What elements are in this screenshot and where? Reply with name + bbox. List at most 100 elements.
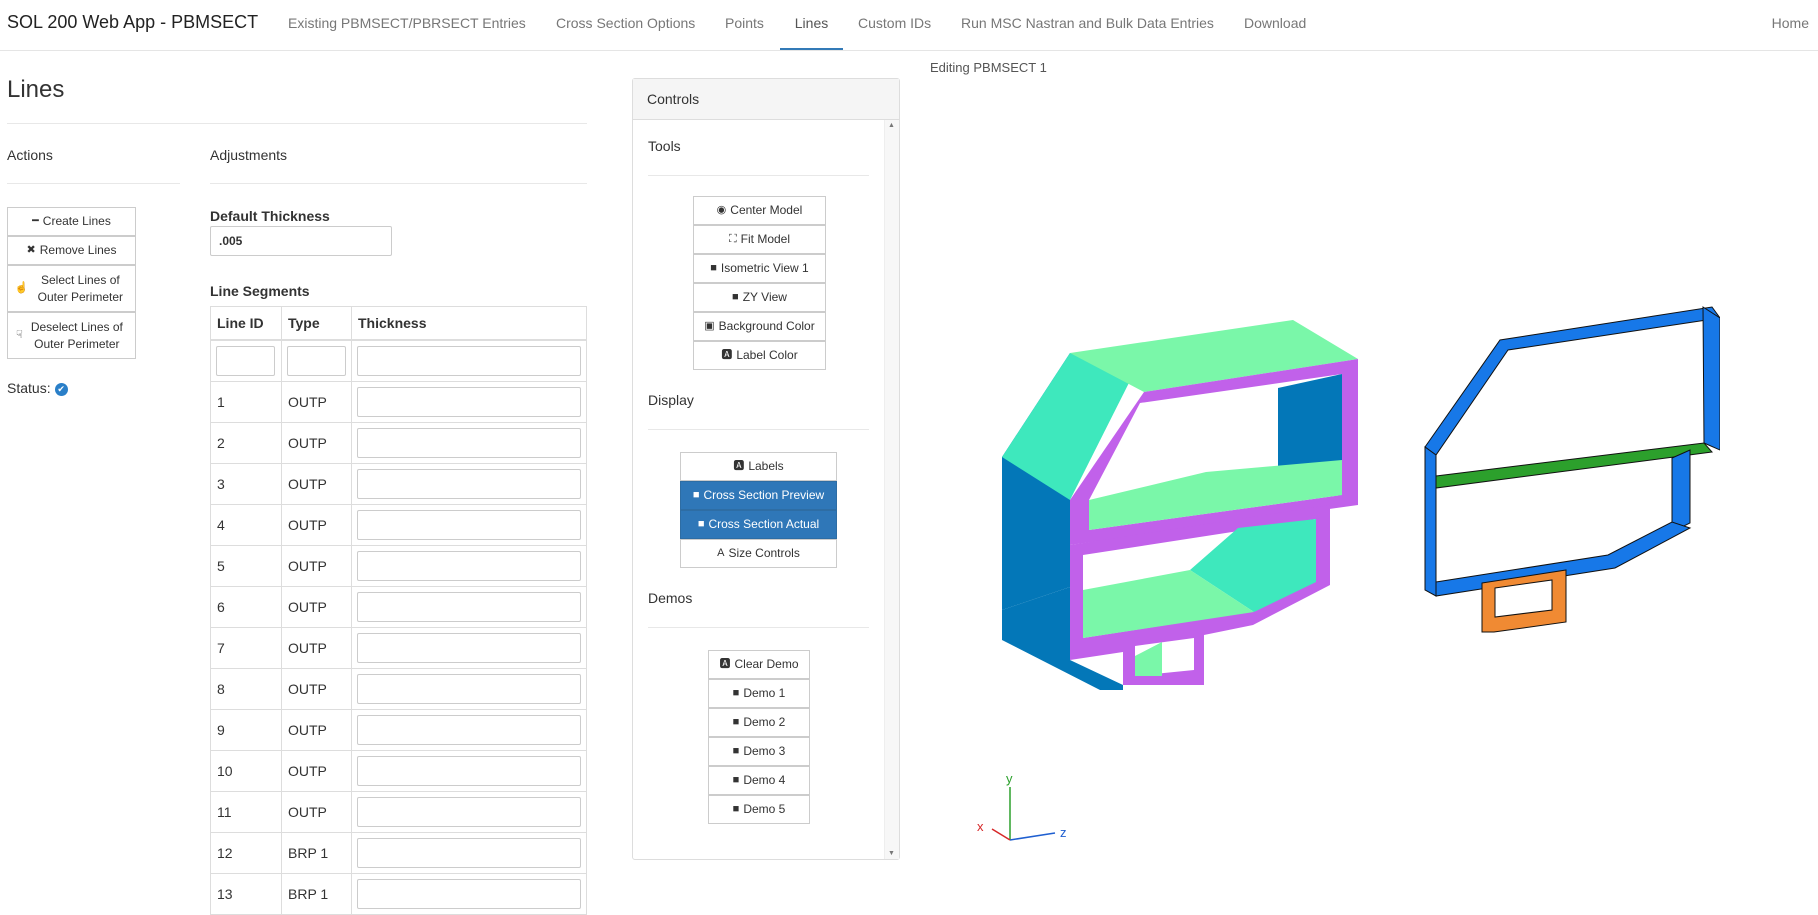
thickness-input[interactable] [357, 674, 581, 704]
table-row[interactable]: 9 OUTP [210, 709, 587, 751]
actions-divider [7, 183, 180, 184]
minus-icon: ━ [32, 215, 39, 227]
cross-section-preview-toggle[interactable]: ■ Cross Section Preview [680, 481, 837, 510]
line-id-cell: 12 [210, 832, 282, 874]
table-row[interactable]: 2 OUTP [210, 422, 587, 464]
nav-lines[interactable]: Lines [780, 0, 843, 50]
wireframe-cross-section [1424, 306, 1720, 633]
x-axis-label: x [977, 819, 984, 834]
thickness-input[interactable] [357, 838, 581, 868]
table-row[interactable]: 11 OUTP [210, 791, 587, 833]
app-brand[interactable]: SOL 200 Web App - PBMSECT [7, 12, 258, 33]
stop-icon: ■ [710, 262, 717, 274]
nav-run-msc-nastran[interactable]: Run MSC Nastran and Bulk Data Entries [961, 0, 1214, 50]
size-controls-button[interactable]: A Size Controls [680, 539, 837, 568]
demo-2-button[interactable]: ■ Demo 2 [708, 708, 810, 737]
center-model-button[interactable]: ◉ Center Model [693, 196, 826, 225]
create-lines-button[interactable]: ━ Create Lines [7, 207, 136, 236]
nav-existing-entries[interactable]: Existing PBMSECT/PBRSECT Entries [288, 0, 526, 50]
demo-3-button[interactable]: ■ Demo 3 [708, 737, 810, 766]
default-thickness-label: Default Thickness [210, 208, 330, 224]
hand-pointer-icon: ☝ [14, 282, 29, 294]
table-row[interactable]: 4 OUTP [210, 504, 587, 546]
labels-toggle-button[interactable]: 🅰 Labels [680, 452, 837, 481]
table-row[interactable]: 1 OUTP [210, 381, 587, 423]
deselect-outer-perimeter-button[interactable]: ☟ Deselect Lines of Outer Perimeter [7, 312, 136, 359]
nav-home[interactable]: Home [1772, 0, 1809, 46]
select-outer-perimeter-button[interactable]: ☝ Select Lines of Outer Perimeter [7, 265, 136, 312]
table-row[interactable]: 8 OUTP [210, 668, 587, 710]
thickness-input[interactable] [357, 428, 581, 458]
isometric-view-button[interactable]: ■ Isometric View 1 [693, 254, 826, 283]
type-cell: OUTP [281, 709, 352, 751]
nav-download[interactable]: Download [1244, 0, 1306, 50]
thickness-input[interactable] [357, 879, 581, 909]
column-header-thickness[interactable]: Thickness [351, 306, 587, 341]
line-id-cell: 7 [210, 627, 282, 669]
background-color-button[interactable]: ▣ Background Color [693, 312, 826, 341]
display-divider [648, 429, 869, 430]
clear-demo-button[interactable]: 🅰 Clear Demo [708, 650, 810, 679]
thickness-filter-input[interactable] [357, 346, 581, 376]
scroll-up-arrow-icon[interactable]: ▲ [888, 122, 895, 129]
type-cell: OUTP [281, 504, 352, 546]
nav-cross-section-options[interactable]: Cross Section Options [556, 0, 695, 50]
table-row[interactable]: 3 OUTP [210, 463, 587, 505]
cross-section-actual-toggle[interactable]: ■ Cross Section Actual [680, 510, 837, 539]
column-header-line-id[interactable]: Line ID [210, 306, 282, 341]
stop-icon: ■ [732, 291, 739, 303]
type-cell: OUTP [281, 463, 352, 505]
type-filter-input[interactable] [287, 346, 346, 376]
line-id-cell: 10 [210, 750, 282, 792]
thickness-input[interactable] [357, 715, 581, 745]
label-color-button[interactable]: 🅰 Label Color [693, 341, 826, 370]
default-thickness-input[interactable]: .005 [210, 226, 392, 256]
table-row[interactable]: 7 OUTP [210, 627, 587, 669]
line-id-cell: 11 [210, 791, 282, 833]
font-icon: 🅰 [733, 460, 745, 472]
thickness-input[interactable] [357, 592, 581, 622]
nav-custom-ids[interactable]: Custom IDs [858, 0, 931, 50]
actions-heading: Actions [7, 147, 53, 163]
scroll-down-arrow-icon[interactable]: ▼ [888, 850, 895, 857]
thickness-input[interactable] [357, 756, 581, 786]
type-cell: OUTP [281, 545, 352, 587]
stop-icon: ■ [732, 803, 740, 815]
demo-5-button[interactable]: ■ Demo 5 [708, 795, 810, 824]
line-id-cell: 6 [210, 586, 282, 628]
table-row[interactable]: 12 BRP 1 [210, 832, 587, 874]
thickness-input[interactable] [357, 633, 581, 663]
demos-divider [648, 627, 869, 628]
column-header-type[interactable]: Type [281, 306, 352, 341]
zy-view-button[interactable]: ■ ZY View [693, 283, 826, 312]
line-id-cell: 2 [210, 422, 282, 464]
demo-4-button[interactable]: ■ Demo 4 [708, 766, 810, 795]
solid-cross-section [1002, 320, 1358, 690]
font-icon: 🅰 [721, 349, 733, 361]
line-id-cell: 13 [210, 873, 282, 915]
thickness-input[interactable] [357, 469, 581, 499]
table-row[interactable]: 6 OUTP [210, 586, 587, 628]
font-icon: 🅰 [719, 658, 731, 670]
filter-row [210, 339, 587, 382]
thickness-input[interactable] [357, 551, 581, 581]
axes-triad: y z x [977, 771, 1067, 841]
table-row[interactable]: 13 BRP 1 [210, 873, 587, 915]
model-viewport[interactable] [960, 300, 1720, 700]
demo-1-button[interactable]: ■ Demo 1 [708, 679, 810, 708]
fit-model-button[interactable]: ⛶ Fit Model [693, 225, 826, 254]
remove-lines-button[interactable]: ✖ Remove Lines [7, 236, 136, 265]
thickness-input[interactable] [357, 797, 581, 827]
table-row[interactable]: 5 OUTP [210, 545, 587, 587]
text-size-icon: A [717, 547, 725, 559]
line-id-filter-input[interactable] [216, 346, 275, 376]
table-row[interactable]: 10 OUTP [210, 750, 587, 792]
type-cell: OUTP [281, 422, 352, 464]
thickness-input[interactable] [357, 510, 581, 540]
type-cell: OUTP [281, 586, 352, 628]
line-id-cell: 9 [210, 709, 282, 751]
controls-scrollbar[interactable]: ▲ ▼ [884, 120, 899, 859]
nav-points[interactable]: Points [725, 0, 764, 50]
thickness-input[interactable] [357, 387, 581, 417]
line-id-cell: 5 [210, 545, 282, 587]
